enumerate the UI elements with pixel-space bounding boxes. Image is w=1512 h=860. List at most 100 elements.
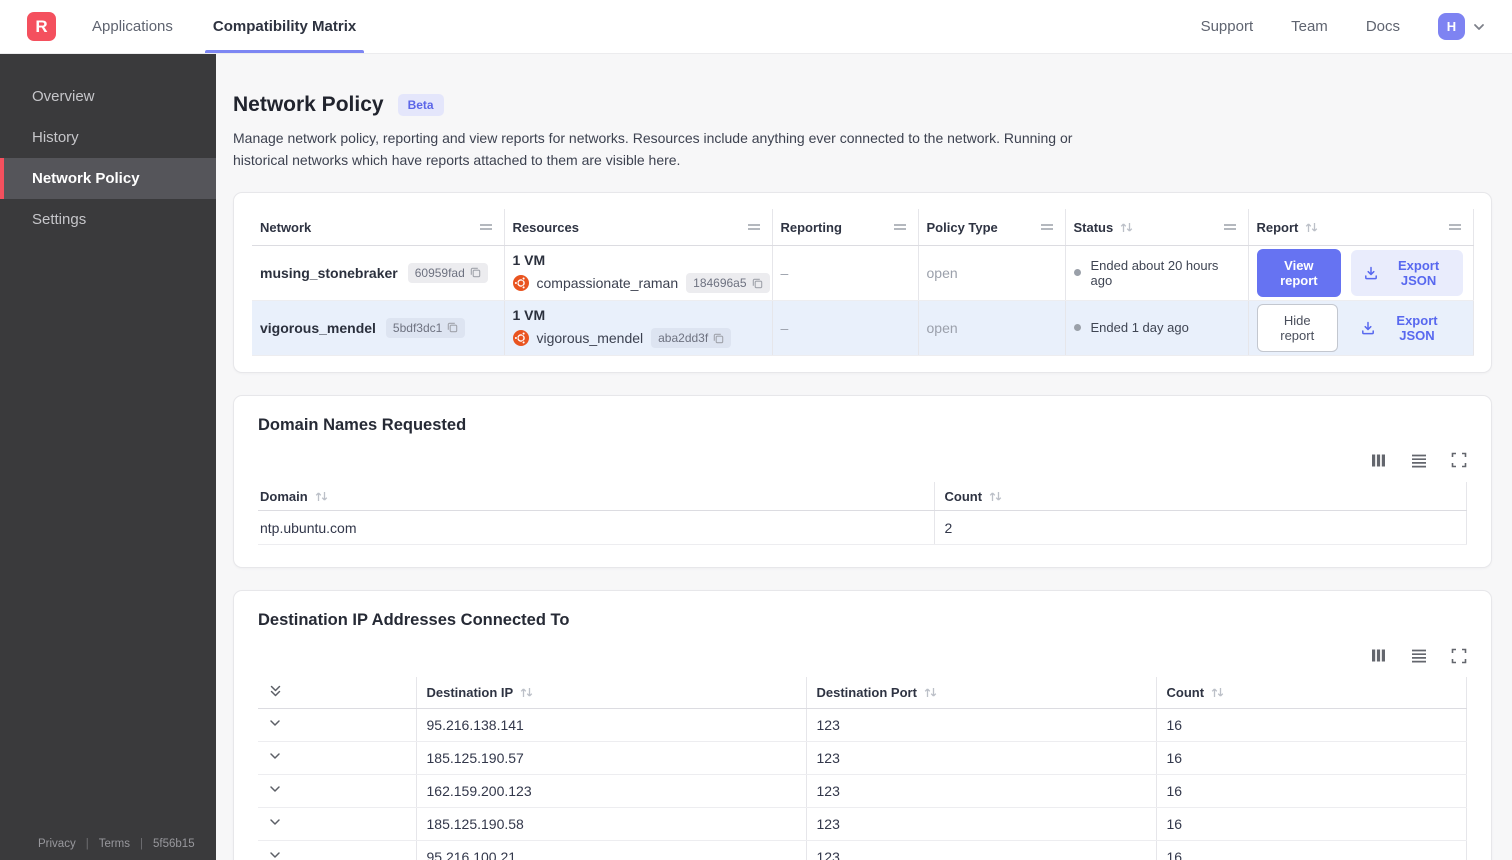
sort-arrows-icon[interactable] (314, 490, 329, 503)
column-handle-icon[interactable] (1039, 220, 1055, 234)
tab-compatibility-matrix[interactable]: Compatibility Matrix (204, 0, 365, 53)
columns-icon[interactable] (1370, 647, 1387, 664)
domains-card-title: Domain Names Requested (258, 415, 467, 434)
export-json-button[interactable]: Export JSON (1351, 249, 1463, 296)
sort-arrows-icon[interactable] (1304, 221, 1319, 234)
count-cell: 16 (1156, 774, 1467, 808)
vm-count: 1 VM (512, 307, 546, 324)
destination-row: 185.125.190.57 123 16 (258, 741, 1467, 775)
status-dot (1073, 324, 1081, 332)
export-json-button[interactable]: Export JSON (1348, 305, 1463, 351)
hide-report-button[interactable]: Hide report (1256, 303, 1338, 352)
resource-id-badge: 184696a5 (686, 273, 770, 294)
column-header-count[interactable]: Count (1156, 677, 1467, 709)
column-label: Destination Port (816, 685, 917, 701)
brand-logo[interactable]: R (27, 12, 56, 41)
column-header-report[interactable]: Report (1248, 209, 1474, 246)
column-header-status[interactable]: Status (1065, 209, 1249, 246)
download-icon (1364, 266, 1378, 280)
nav-link-team[interactable]: Team (1291, 18, 1328, 35)
domain-row: ntp.ubuntu.com 2 (258, 510, 1467, 546)
sidebar-item-overview[interactable]: Overview (0, 76, 216, 117)
count-cell: 2 (934, 510, 1467, 546)
row-expand-icon[interactable] (268, 782, 282, 796)
column-header-reporting[interactable]: Reporting (772, 209, 919, 246)
nav-link-support[interactable]: Support (1201, 18, 1254, 35)
ubuntu-logo-icon (512, 275, 529, 292)
sort-arrows-icon[interactable] (1210, 686, 1225, 699)
port-cell: 123 (806, 708, 1157, 742)
column-header-count[interactable]: Count (934, 481, 1467, 512)
column-handle-icon[interactable] (478, 220, 494, 234)
copy-icon[interactable] (470, 267, 481, 278)
copy-icon[interactable] (713, 333, 724, 344)
terms-link[interactable]: Terms (99, 838, 130, 850)
column-header-expand-all[interactable] (258, 677, 417, 709)
row-expand-icon[interactable] (268, 815, 282, 829)
column-label: Destination IP (426, 685, 514, 701)
vm-count: 1 VM (512, 252, 546, 269)
resource-id-badge: aba2dd3f (651, 328, 732, 349)
column-header-destination-port[interactable]: Destination Port (806, 677, 1157, 709)
expand-all-icon[interactable] (268, 683, 283, 699)
count-cell: 16 (1156, 741, 1467, 775)
port-cell: 123 (806, 774, 1157, 808)
tab-applications[interactable]: Applications (90, 0, 175, 53)
column-handle-icon[interactable] (1447, 220, 1463, 234)
sidebar-item-network-policy[interactable]: Network Policy (0, 158, 216, 199)
column-handle-icon[interactable] (746, 220, 762, 234)
copy-icon[interactable] (752, 278, 763, 289)
avatar[interactable]: H (1438, 13, 1465, 40)
fullscreen-icon[interactable] (1451, 452, 1467, 468)
table-toolbar (258, 647, 1467, 664)
sidebar-footer: Privacy | Terms | 5f56b15 (0, 838, 216, 850)
chevron-down-icon[interactable] (1472, 20, 1486, 34)
rows-icon[interactable] (1410, 647, 1428, 664)
sort-arrows-icon[interactable] (519, 686, 534, 699)
row-expand-icon[interactable] (268, 848, 282, 860)
column-header-policy-type[interactable]: Policy Type (918, 209, 1066, 246)
sidebar-item-history[interactable]: History (0, 117, 216, 158)
fullscreen-icon[interactable] (1451, 648, 1467, 664)
destination-row: 162.159.200.123 123 16 (258, 774, 1467, 808)
sidebar-item-settings[interactable]: Settings (0, 199, 216, 240)
network-row-selected[interactable]: vigorous_mendel 5bdf3dc1 1 VM vigorous_men… (252, 300, 1474, 356)
privacy-link[interactable]: Privacy (38, 838, 76, 850)
destination-row: 95.216.138.141 123 16 (258, 708, 1467, 742)
column-label: Count (944, 488, 983, 504)
count-cell: 16 (1156, 840, 1467, 860)
count-cell: 16 (1156, 807, 1467, 841)
table-toolbar (258, 452, 1467, 469)
divider: | (85, 838, 89, 850)
sort-arrows-icon[interactable] (923, 686, 938, 699)
column-header-network[interactable]: Network (252, 209, 505, 246)
column-label: Policy Type (926, 219, 998, 235)
column-label: Count (1166, 685, 1205, 701)
column-handle-icon[interactable] (1222, 220, 1238, 234)
copy-icon[interactable] (447, 322, 458, 333)
column-header-resources[interactable]: Resources (504, 209, 773, 246)
ip-cell: 185.125.190.57 (416, 741, 807, 775)
rows-icon[interactable] (1410, 452, 1428, 469)
columns-icon[interactable] (1370, 452, 1387, 469)
row-expand-icon[interactable] (268, 749, 282, 763)
network-row[interactable]: musing_stonebraker 60959fad 1 VM compassio… (252, 245, 1474, 301)
sort-arrows-icon[interactable] (1119, 221, 1134, 234)
user-menu[interactable]: H (1438, 13, 1486, 40)
column-label: Network (260, 219, 312, 235)
destinations-table: Destination IP Destination Port Count 95… (258, 677, 1467, 860)
sort-arrows-icon[interactable] (988, 490, 1003, 503)
column-handle-icon[interactable] (892, 220, 908, 234)
page-title: Network Policy (233, 93, 384, 116)
resource-name: vigorous_mendel (536, 330, 644, 347)
row-expand-icon[interactable] (268, 716, 282, 730)
nav-link-docs[interactable]: Docs (1366, 18, 1400, 35)
destinations-card-title: Destination IP Addresses Connected To (258, 611, 570, 630)
network-name: musing_stonebraker (260, 264, 398, 281)
domains-table: Domain Count ntp.ubuntu.com 2 (258, 481, 1467, 546)
column-header-domain[interactable]: Domain (258, 481, 935, 512)
view-report-button[interactable]: View report (1256, 248, 1342, 297)
column-label: Domain (260, 488, 308, 504)
divider: | (140, 838, 144, 850)
column-header-destination-ip[interactable]: Destination IP (416, 677, 807, 709)
